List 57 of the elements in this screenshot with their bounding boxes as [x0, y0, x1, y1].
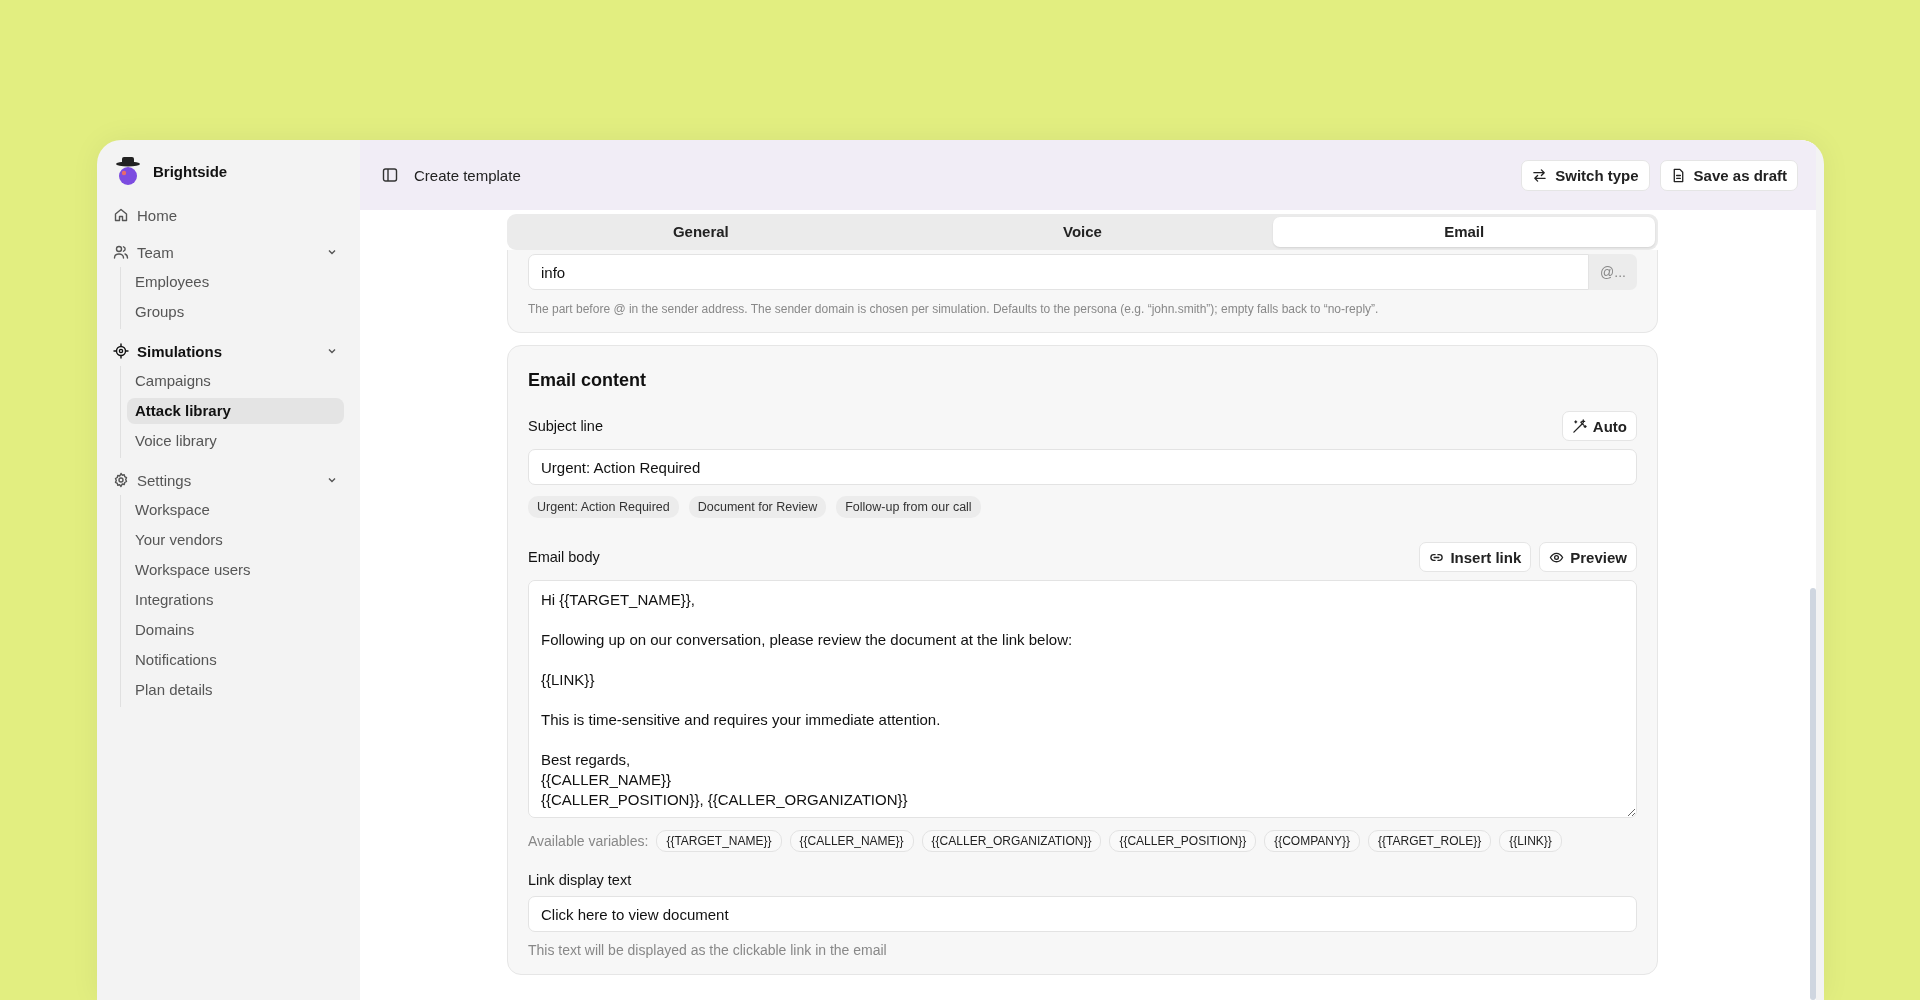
sender-field[interactable]: info — [528, 254, 1590, 290]
nav-subitem[interactable]: Groups — [127, 299, 344, 325]
auto-button[interactable]: Auto — [1561, 411, 1637, 441]
nav-subitem[interactable]: Campaigns — [127, 368, 344, 394]
nav-subitem[interactable]: Plan details — [127, 677, 344, 703]
nav-icon — [113, 472, 129, 488]
nav-subitem[interactable]: Employees — [127, 269, 344, 295]
variables-label: Available variables: — [528, 833, 649, 849]
tab[interactable]: Voice — [891, 217, 1274, 247]
suggestion-chip[interactable]: Follow-up from our call — [836, 496, 981, 518]
subject-field[interactable]: Urgent: Action Required — [528, 449, 1637, 485]
nav-subitem[interactable]: Workspace users — [127, 557, 344, 583]
scrollbar[interactable] — [1810, 588, 1816, 1000]
nav-subitem[interactable]: Voice library — [127, 428, 344, 454]
domain-suffix: @... — [1589, 254, 1637, 290]
nav-item[interactable]: Settings — [111, 465, 344, 495]
swap-arrows-icon — [1532, 167, 1548, 183]
field-label: Subject line — [528, 418, 603, 434]
helper-text: This text will be displayed as the clickable link in the email — [528, 942, 888, 958]
nav-subitem[interactable]: Integrations — [127, 587, 344, 613]
nav-icon — [113, 207, 129, 223]
nav-subitem[interactable]: Workspace — [127, 497, 344, 523]
page-title: Create template — [414, 166, 521, 184]
tab[interactable]: Email — [1273, 217, 1655, 247]
nav-subitem[interactable]: Domains — [127, 617, 344, 643]
suggestion-chip[interactable]: Document for Review — [688, 496, 827, 518]
magic-wand-icon — [1571, 418, 1587, 434]
field-label: Email body — [528, 549, 600, 565]
suggestion-chip[interactable]: Urgent: Action Required — [528, 496, 679, 518]
nav-subitem[interactable]: Attack library — [127, 398, 344, 424]
nav-item[interactable]: Home — [111, 200, 344, 230]
editor-button[interactable]: Preview — [1539, 542, 1637, 572]
helper-text: The part before @ in the sender address. The sender domain is chosen per simulation. Defaults to the persona (e.g. “john.smith”); empty falls back to “no-reply”. — [528, 302, 1380, 316]
link-text-field[interactable]: Click here to view document — [528, 896, 1637, 932]
toolbar-button[interactable]: Switch type — [1521, 159, 1650, 191]
variable-chip[interactable]: {{CALLER_NAME}} — [789, 830, 914, 852]
variable-chip[interactable]: {{LINK}} — [1499, 830, 1562, 852]
brand-name: Brightside — [153, 162, 228, 180]
field-label: Link display text — [528, 872, 633, 888]
nav-item[interactable]: Team — [111, 237, 344, 267]
variable-chip[interactable]: {{CALLER_POSITION}} — [1109, 830, 1257, 852]
nav-icon — [113, 244, 129, 260]
section-title: Email content — [528, 370, 648, 391]
variable-chip[interactable]: {{COMPANY}} — [1264, 830, 1360, 852]
variable-chip[interactable]: {{TARGET_NAME}} — [656, 830, 782, 852]
editor-button[interactable]: Insert link — [1419, 542, 1532, 572]
nav-icon — [113, 343, 129, 359]
toolbar-button[interactable]: Save as draft — [1659, 159, 1798, 191]
tab[interactable]: General — [510, 217, 892, 247]
nav-subitem[interactable]: Notifications — [127, 647, 344, 673]
nav-subitem[interactable]: Your vendors — [127, 527, 344, 553]
sidebar-toggle-icon[interactable] — [382, 167, 398, 183]
variable-chip[interactable]: {{CALLER_ORGANIZATION}} — [921, 830, 1102, 852]
variable-chip[interactable]: {{TARGET_ROLE}} — [1368, 830, 1492, 852]
nav-item[interactable]: Simulations — [111, 336, 344, 366]
mascot-logo — [115, 156, 141, 186]
body-field[interactable]: Hi {{TARGET_NAME}}, Following up on our conversation, please review the document at the link below: {{LINK}} This is time-sensitive and requires your immediate attention. Best regards, {{CALLER_NAME}} {{CALLER_POSITION}}, {{CALLER_ORGANIZATION}} — [528, 580, 1637, 818]
